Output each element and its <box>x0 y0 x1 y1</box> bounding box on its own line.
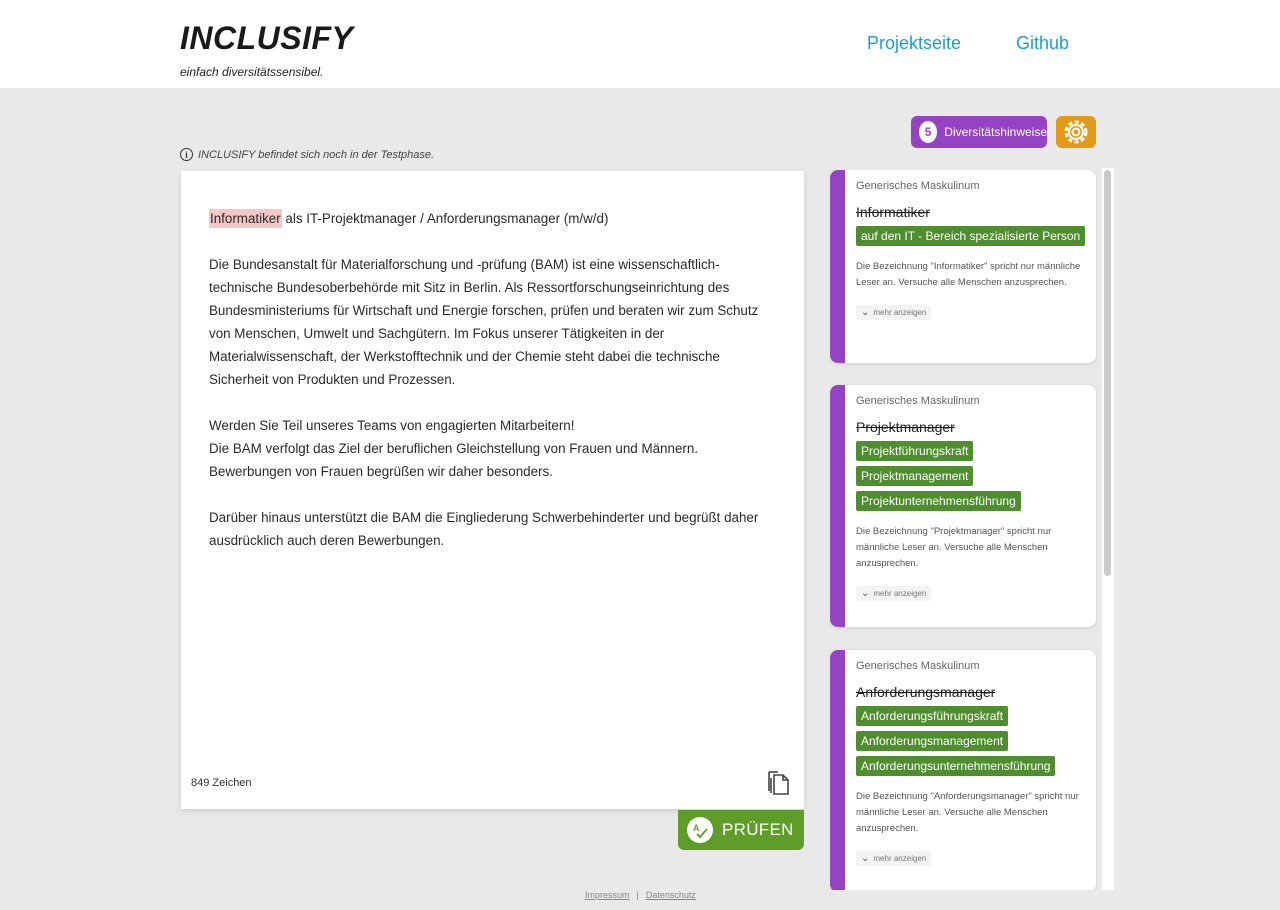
nav-link-projektseite[interactable]: Projektseite <box>867 33 961 54</box>
show-more-label: mehr anzeigen <box>873 308 927 317</box>
hint-description: Die Bezeichnung "Informatiker" spricht n… <box>856 261 1081 288</box>
copy-icon <box>768 771 789 795</box>
text-paragraph: Werden Sie Teil unseres Teams von engagi… <box>209 414 779 483</box>
hint-description: Die Bezeichnung "Anforderungsmanager" sp… <box>856 791 1079 834</box>
text-title-line: Informatiker als IT-Projektmanager / Anf… <box>209 207 779 230</box>
hint-label: Diversitätshinweise <box>944 125 1047 139</box>
scrollbar-thumb[interactable] <box>1104 170 1111 576</box>
impressum-link[interactable]: Impressum <box>585 890 630 900</box>
show-more-label: mehr anzeigen <box>873 589 927 598</box>
footer-separator: | <box>636 890 639 900</box>
svg-text:A: A <box>693 823 700 833</box>
hint-description: Die Bezeichnung "Projektmanager" spricht… <box>856 526 1052 569</box>
text-editor[interactable]: Informatiker als IT-Projektmanager / Anf… <box>181 171 804 809</box>
spellcheck-icon: A <box>687 817 713 843</box>
flagged-word-highlight[interactable]: Informatiker <box>209 209 282 228</box>
suggestion-chip[interactable]: Projektunternehmensführung <box>856 491 1021 511</box>
hint-category: Generisches Maskulinum <box>856 395 980 407</box>
hint-category: Generisches Maskulinum <box>856 660 980 672</box>
suggestion-chip[interactable]: auf den IT - Bereich spezialisierte Pers… <box>856 226 1086 246</box>
text-paragraph: Darüber hinaus unterstützt die BAM die E… <box>209 510 759 548</box>
datenschutz-link[interactable]: Datenschutz <box>646 890 696 900</box>
top-bar: INCLUSIFY einfach diversitätssensibel. P… <box>0 0 1280 88</box>
suggestion-chip[interactable]: Anforderungsunternehmensführung <box>856 756 1056 776</box>
suggestion-chip[interactable]: Anforderungsführungskraft <box>856 706 1009 726</box>
show-more-button[interactable]: ⌄ mehr anzeigen <box>856 586 932 601</box>
show-more-button[interactable]: ⌄ mehr anzeigen <box>856 851 932 866</box>
footer: Impressum | Datenschutz <box>585 890 696 900</box>
diversity-hints-button[interactable]: 5 Diversitätshinweise <box>911 116 1047 148</box>
chevron-down-icon: ⌄ <box>861 853 870 864</box>
suggestion-chip[interactable]: Anforderungsmanagement <box>856 731 1009 751</box>
show-more-button[interactable]: ⌄ mehr anzeigen <box>856 305 932 320</box>
hint-card: Generisches Maskulinum Anforderungsmanag… <box>830 650 1096 890</box>
chevron-down-icon: ⌄ <box>861 588 870 599</box>
show-more-label: mehr anzeigen <box>873 854 927 863</box>
hint-card: Generisches Maskulinum Projektmanager Pr… <box>830 385 1096 627</box>
suggestion-chip[interactable]: Projektmanagement <box>856 466 974 486</box>
text-paragraph: Die Bundesanstalt für Materialforschung … <box>209 257 759 387</box>
paragraph-line: Werden Sie Teil unseres Teams von engagi… <box>209 418 575 433</box>
hint-category: Generisches Maskulinum <box>856 180 980 192</box>
flagged-term: Projektmanager <box>856 419 955 435</box>
gear-icon <box>1064 120 1088 144</box>
suggestion-chip[interactable]: Projektführungskraft <box>856 441 974 461</box>
nav-link-github[interactable]: Github <box>1016 33 1069 54</box>
notice-text: INCLUSIFY befindet sich noch in der Test… <box>198 148 435 161</box>
hint-card: Generisches Maskulinum Informatiker auf … <box>830 170 1096 363</box>
paragraph-line: Die BAM verfolgt das Ziel der berufliche… <box>209 441 699 456</box>
info-icon: i <box>180 148 193 161</box>
settings-button[interactable] <box>1056 116 1096 148</box>
character-count: 849 Zeichen <box>191 777 252 789</box>
flagged-term: Anforderungsmanager <box>856 684 996 700</box>
check-button[interactable]: A PRÜFEN <box>678 810 804 850</box>
flagged-term: Informatiker <box>856 204 930 220</box>
hints-list: Generisches Maskulinum Informatiker auf … <box>830 170 1098 890</box>
app-tagline: einfach diversitätssensibel. <box>180 65 324 79</box>
check-button-label: PRÜFEN <box>722 820 794 839</box>
copy-button[interactable] <box>767 770 789 796</box>
app-logo[interactable]: INCLUSIFY <box>180 20 353 57</box>
hint-count-badge: 5 <box>919 121 938 143</box>
chevron-down-icon: ⌄ <box>861 307 870 318</box>
paragraph-line: Bewerbungen von Frauen begrüßen wir dahe… <box>209 464 553 479</box>
testphase-notice: i INCLUSIFY befindet sich noch in der Te… <box>180 148 434 161</box>
editor-content[interactable]: Informatiker als IT-Projektmanager / Anf… <box>209 207 779 575</box>
title-rest: als IT-Projektmanager / Anforderungsmana… <box>281 211 609 226</box>
